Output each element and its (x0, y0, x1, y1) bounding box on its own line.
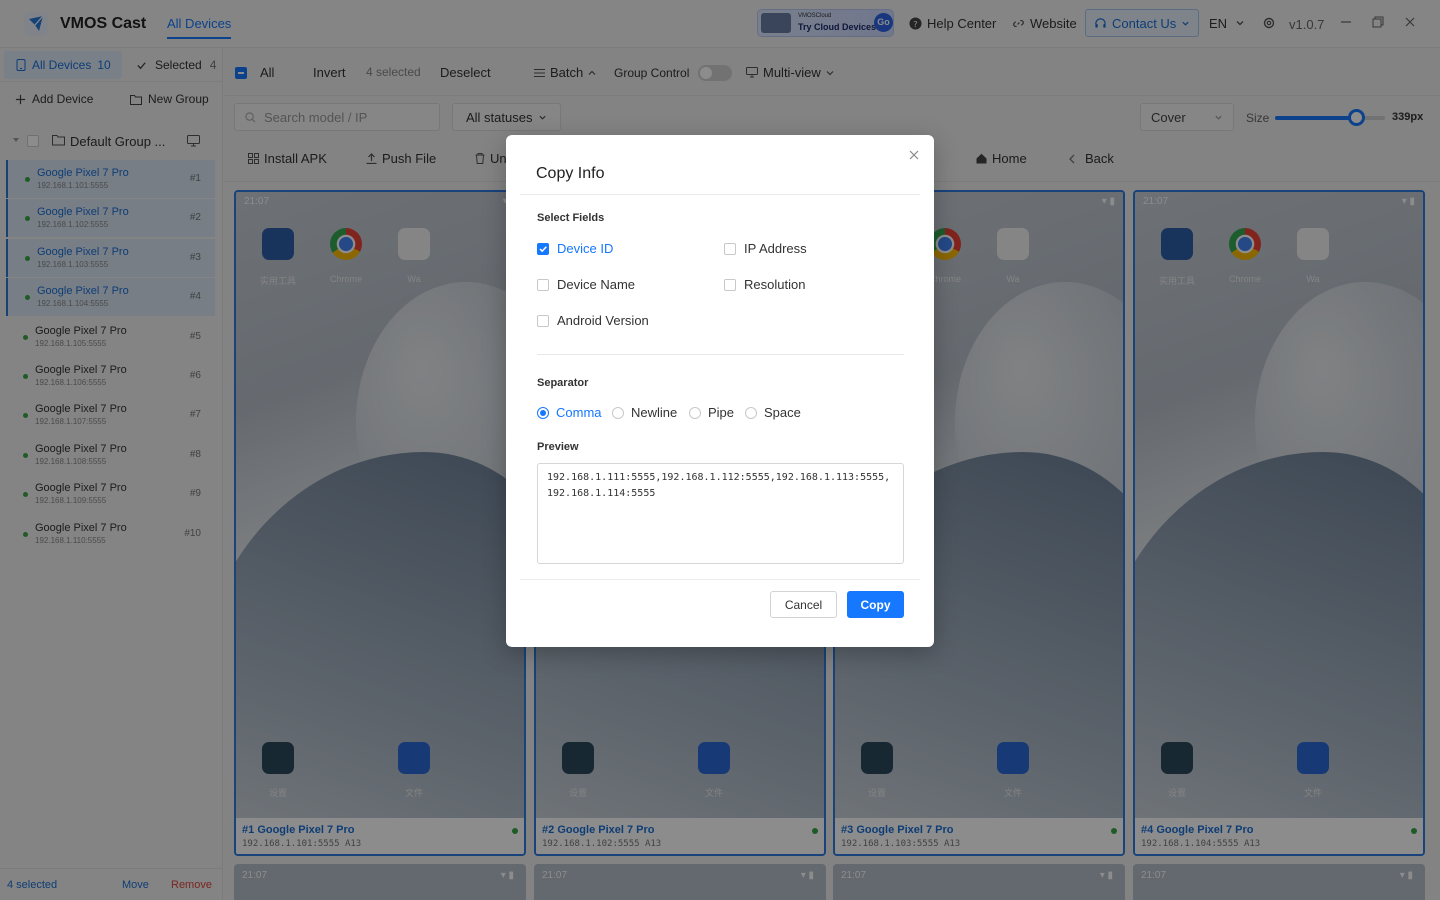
field-device-id-checkbox[interactable]: Device ID (537, 241, 613, 256)
preview-textarea[interactable]: 192.168.1.111:5555,192.168.1.112:5555,19… (537, 463, 904, 564)
separator-space-radio[interactable]: Space (745, 405, 801, 420)
field-android-version-label: Android Version (557, 313, 649, 328)
separator-heading: Separator (537, 377, 589, 389)
field-resolution-checkbox[interactable]: Resolution (724, 277, 805, 292)
radio-empty-icon (612, 406, 624, 419)
radio-empty-icon (689, 406, 701, 419)
cancel-button[interactable]: Cancel (770, 591, 837, 618)
divider (537, 354, 904, 355)
checkbox-empty-icon (537, 278, 549, 291)
field-ip-address-checkbox[interactable]: IP Address (724, 241, 807, 256)
separator-space-label: Space (764, 405, 801, 420)
close-icon[interactable] (906, 147, 922, 163)
divider (520, 579, 920, 580)
separator-pipe-radio[interactable]: Pipe (689, 405, 734, 420)
divider (520, 194, 920, 195)
separator-pipe-label: Pipe (708, 405, 735, 420)
select-fields-heading: Select Fields (537, 212, 605, 224)
field-device-id-label: Device ID (557, 241, 614, 256)
separator-newline-radio[interactable]: Newline (612, 405, 677, 420)
checkbox-empty-icon (724, 278, 736, 291)
dialog-title: Copy Info (536, 165, 605, 182)
checkbox-empty-icon (537, 314, 549, 327)
field-ip-address-label: IP Address (744, 241, 807, 256)
radio-empty-icon (745, 406, 757, 419)
separator-comma-label: Comma (556, 405, 602, 420)
checkbox-empty-icon (724, 242, 736, 255)
copy-info-dialog: Copy Info Select Fields Device ID IP Add… (506, 135, 934, 647)
field-android-version-checkbox[interactable]: Android Version (537, 313, 649, 328)
preview-heading: Preview (537, 441, 579, 453)
radio-selected-icon (537, 406, 549, 419)
copy-button[interactable]: Copy (847, 591, 904, 618)
checkbox-checked-icon (537, 242, 549, 255)
field-device-name-checkbox[interactable]: Device Name (537, 277, 635, 292)
field-resolution-label: Resolution (744, 277, 806, 292)
separator-newline-label: Newline (631, 405, 678, 420)
separator-comma-radio[interactable]: Comma (537, 405, 602, 420)
field-device-name-label: Device Name (557, 277, 636, 292)
